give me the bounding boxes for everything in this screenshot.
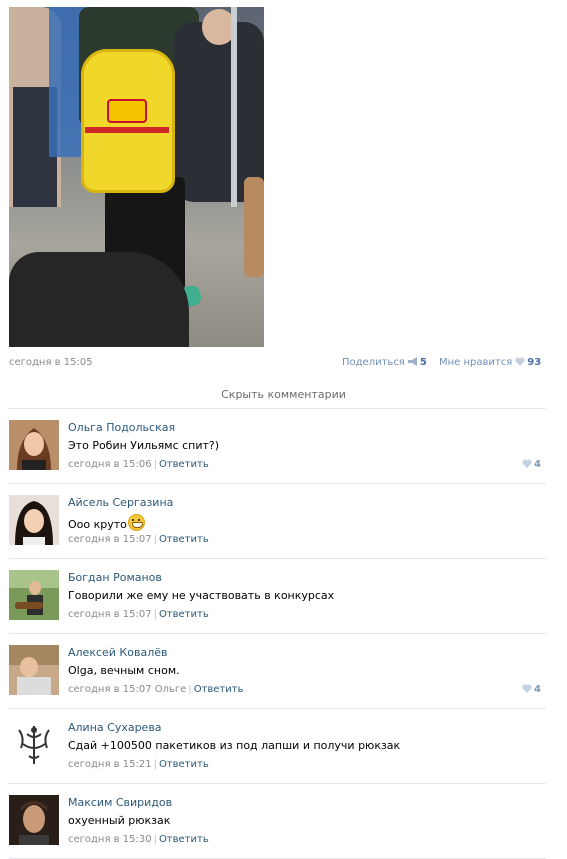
reply-target[interactable]: Ольге (155, 684, 187, 695)
comment-like-button[interactable]: 4 (519, 459, 541, 470)
comment-item: Алина Сухарева Сдай +100500 пакетиков из… (9, 708, 546, 783)
heart-icon (515, 357, 525, 366)
comment-author[interactable]: Ольга Подольская (68, 421, 175, 434)
comment-text: Ооо круто (68, 514, 145, 531)
avatar[interactable] (9, 720, 59, 770)
avatar[interactable] (9, 645, 59, 695)
comment-meta: сегодня в 15:30 | Ответить (68, 834, 209, 845)
reply-button[interactable]: Ответить (194, 684, 244, 695)
comment-item: Ольга Подольская Это Робин Уильямс спит?… (9, 408, 546, 483)
hide-comments-link[interactable]: Скрыть комментарии (0, 388, 567, 401)
like-button[interactable]: Мне нравится 93 (439, 357, 541, 368)
comment-author[interactable]: Айсель Сергазина (68, 496, 173, 509)
comment-text: Olga, вечным сном. (68, 664, 180, 677)
reply-button[interactable]: Ответить (159, 834, 209, 845)
avatar[interactable] (9, 420, 59, 470)
post-photo[interactable] (9, 7, 264, 347)
comment-like-count: 4 (534, 459, 541, 470)
comment-like-count: 4 (534, 684, 541, 695)
comment-text: охуенный рюкзак (68, 814, 171, 827)
reply-button[interactable]: Ответить (159, 459, 209, 470)
comment-item: Айсель Сергазина Ооо круто сегодня в 15:… (9, 483, 546, 558)
like-count: 93 (527, 357, 542, 368)
comment-item: Богдан Романов Говорили же ему не участв… (9, 558, 546, 633)
grin-emoji-icon (127, 514, 145, 531)
comment-text: Сдай +100500 пакетиков из под лапши и по… (68, 739, 401, 752)
comment-time[interactable]: сегодня в 15:07 (68, 534, 152, 545)
comment-meta: сегодня в 15:06 | Ответить (68, 459, 209, 470)
share-button[interactable]: Поделиться 5 (342, 357, 427, 368)
comment-author[interactable]: Алексей Ковалёв (68, 646, 167, 659)
comment-text: Говорили же ему не участвовать в конкурс… (68, 589, 335, 602)
comment-time[interactable]: сегодня в 15:07 (68, 684, 152, 695)
comment-time[interactable]: сегодня в 15:07 (68, 609, 152, 620)
comment-item: Алексей Ковалёв Olga, вечным сном. сегод… (9, 633, 546, 708)
reply-button[interactable]: Ответить (159, 534, 209, 545)
comment-meta: сегодня в 15:07 | Ответить (68, 609, 209, 620)
comment-text: Это Робин Уильямс спит?) (68, 439, 220, 452)
comment-time[interactable]: сегодня в 15:06 (68, 459, 152, 470)
comment-author[interactable]: Максим Свиридов (68, 796, 172, 809)
comment-meta: сегодня в 15:07 | Ответить (68, 534, 209, 545)
comment-time[interactable]: сегодня в 15:21 (68, 759, 152, 770)
comment-meta: сегодня в 15:07 Ольге | Ответить (68, 684, 244, 695)
comment-author[interactable]: Богдан Романов (68, 571, 162, 584)
comment-text-content: Ооо круто (68, 518, 127, 531)
post-timestamp[interactable]: сегодня в 15:05 (9, 357, 93, 368)
like-label: Мне нравится (439, 357, 513, 368)
comment-time[interactable]: сегодня в 15:30 (68, 834, 152, 845)
avatar[interactable] (9, 795, 59, 845)
comment-meta: сегодня в 15:21 | Ответить (68, 759, 209, 770)
comment-item: Максим Свиридов охуенный рюкзак сегодня … (9, 783, 546, 858)
avatar[interactable] (9, 570, 59, 620)
reply-button[interactable]: Ответить (159, 759, 209, 770)
reply-button[interactable]: Ответить (159, 609, 209, 620)
heart-icon (522, 459, 532, 468)
comment-like-button[interactable]: 4 (519, 684, 541, 695)
comment-author[interactable]: Алина Сухарева (68, 721, 162, 734)
avatar[interactable] (9, 495, 59, 545)
heart-icon (522, 684, 532, 693)
share-count: 5 (419, 357, 427, 368)
megaphone-icon (407, 357, 417, 366)
share-label: Поделиться (342, 357, 405, 368)
